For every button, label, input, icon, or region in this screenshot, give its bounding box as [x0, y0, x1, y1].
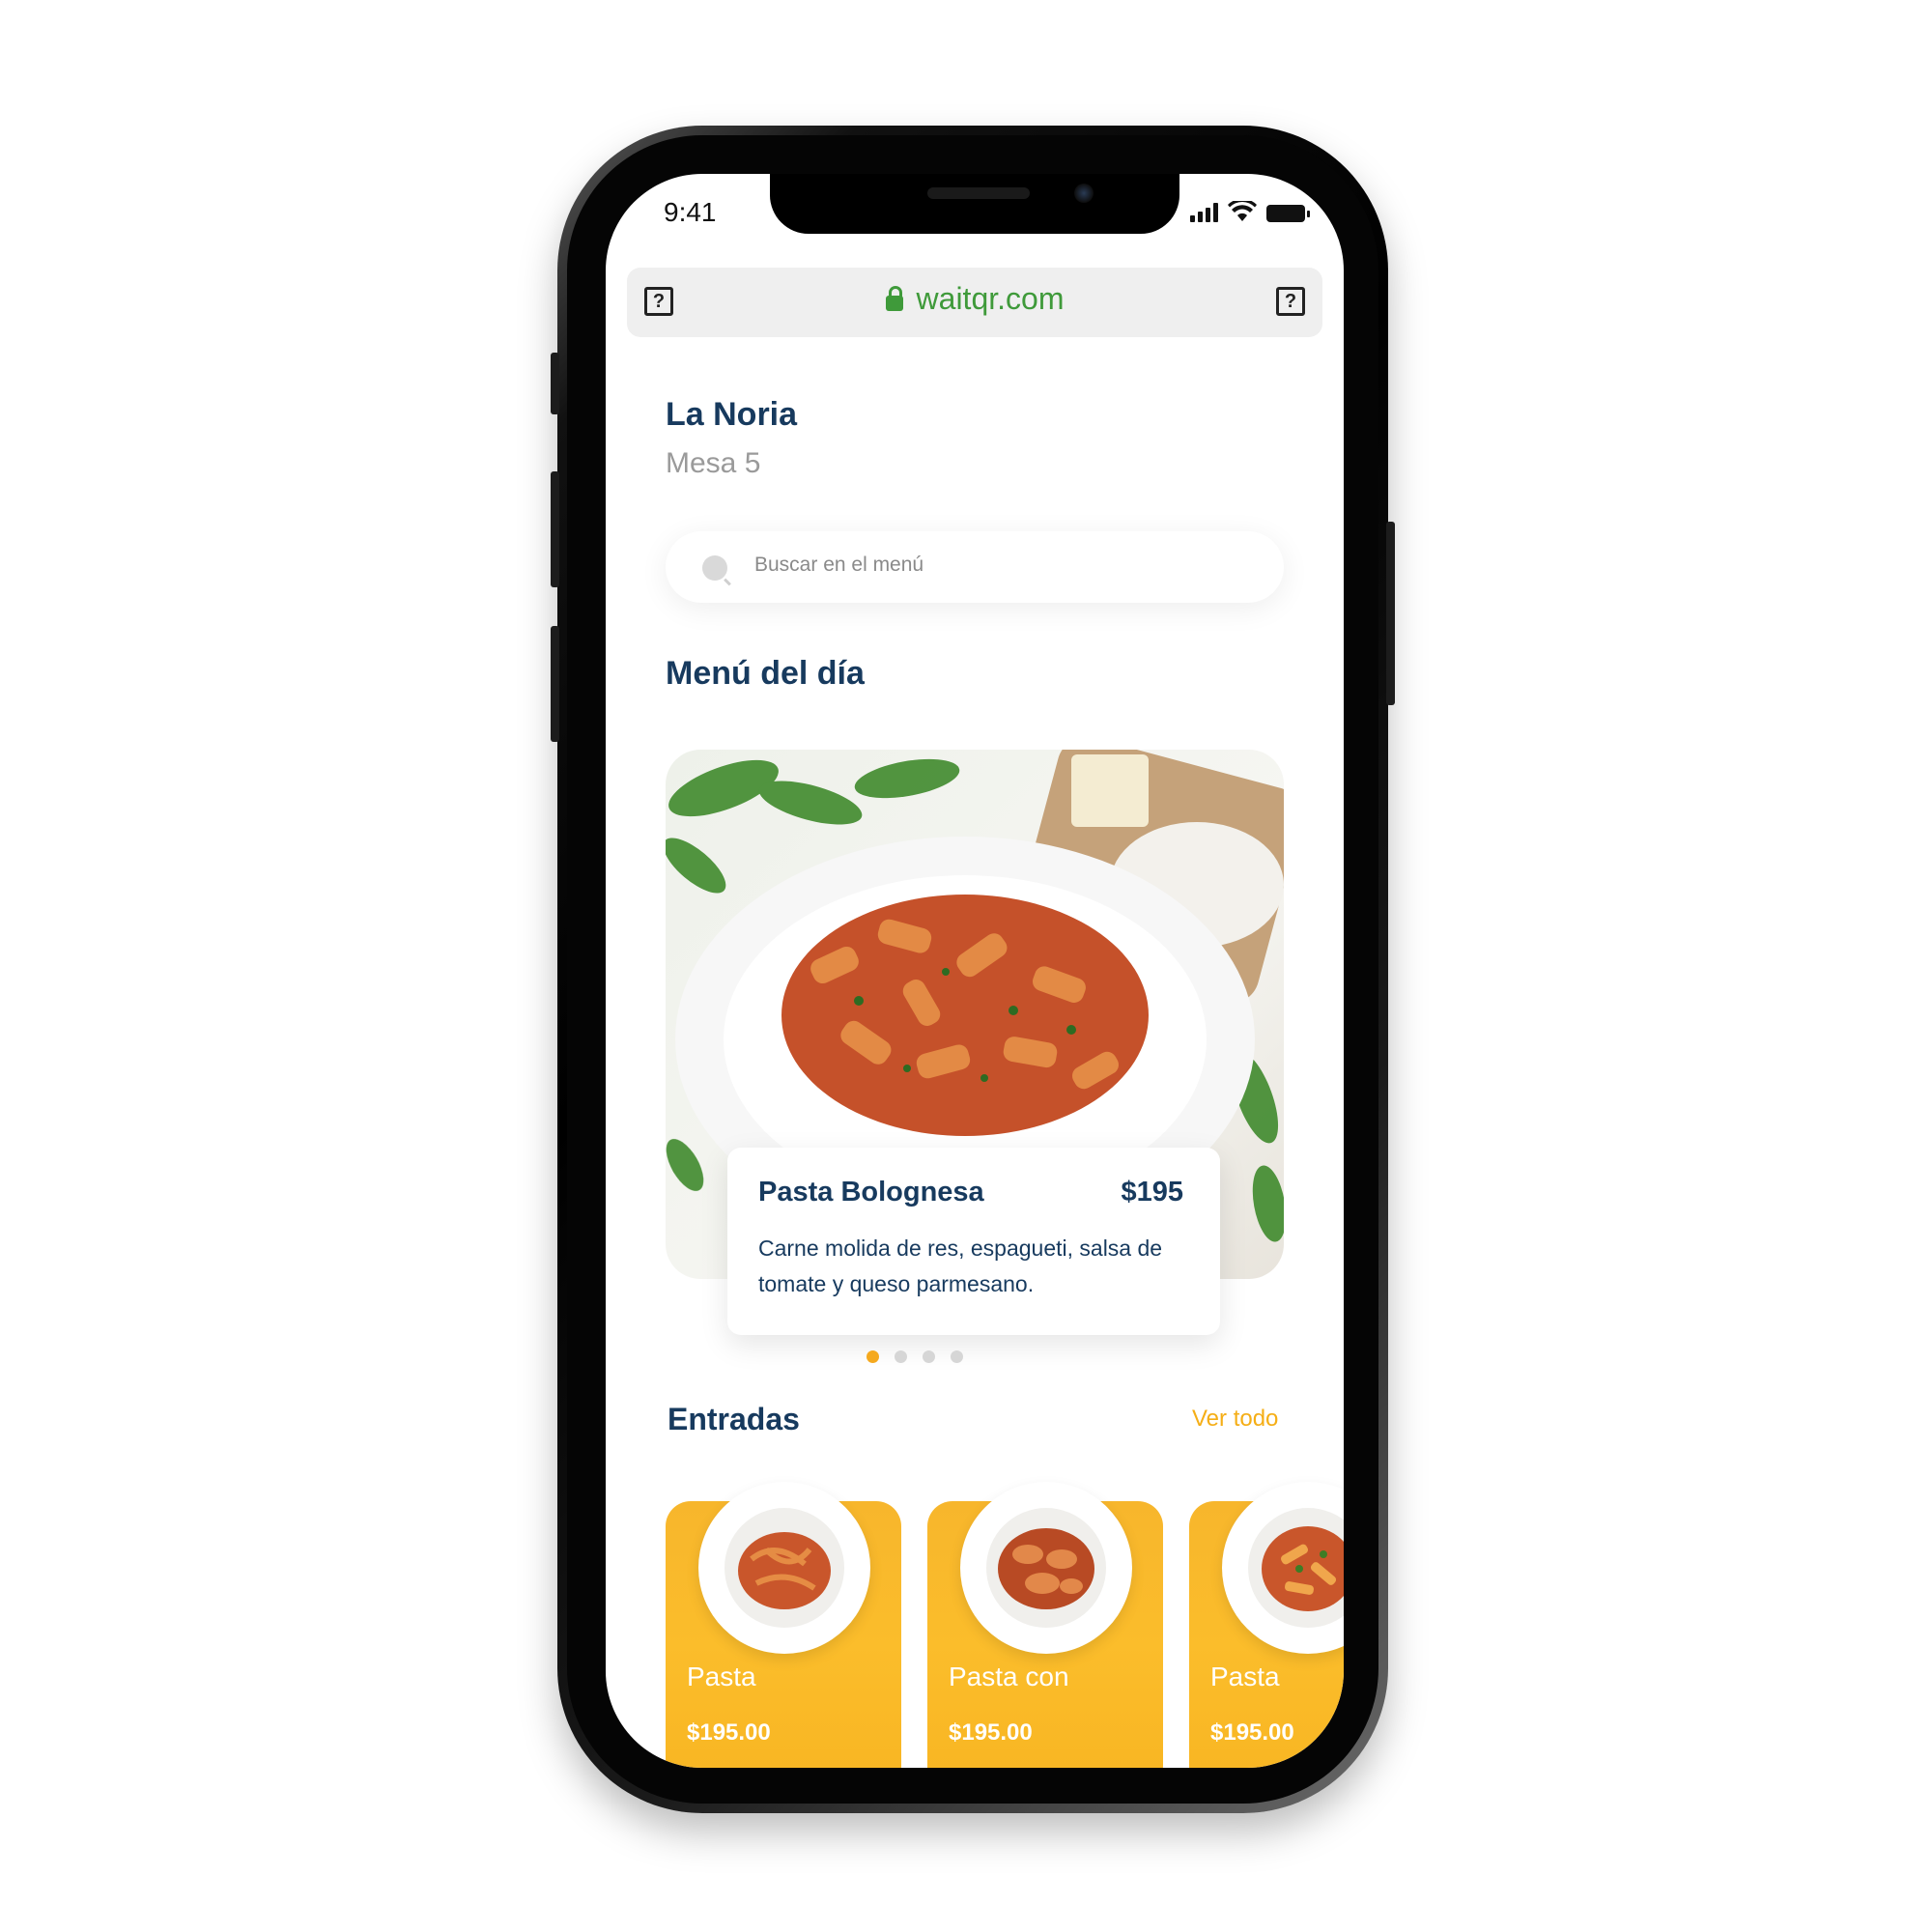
right-toolbar-button[interactable]: ? [1276, 287, 1305, 316]
featured-dish-name: Pasta Bolognesa [758, 1177, 984, 1208]
url-display[interactable]: waitqr.com [627, 281, 1322, 317]
browser-url-bar[interactable]: ? waitqr.com ? [627, 268, 1322, 337]
carousel-dot[interactable] [867, 1350, 879, 1363]
table-label: Mesa 5 [666, 447, 761, 479]
wifi-icon [1228, 201, 1257, 221]
starter-card[interactable]: Pasta $195.00 [1189, 1482, 1344, 1768]
dish-plate-image [1222, 1482, 1344, 1654]
restaurant-name: La Noria [666, 396, 798, 433]
carousel-indicator [867, 1350, 963, 1363]
volume-up-button [551, 471, 559, 587]
battery-icon [1266, 205, 1310, 222]
volume-down-button [551, 626, 559, 742]
url-text: waitqr.com [916, 281, 1065, 316]
starter-card[interactable]: Pasta $195.00 [666, 1482, 901, 1768]
daily-menu-title: Menú del día [666, 655, 865, 692]
featured-dish-card[interactable]: Pasta Bolognesa $195 Carne molida de res… [727, 1148, 1220, 1335]
carousel-dot[interactable] [923, 1350, 935, 1363]
starter-price: $195.00 [1210, 1719, 1294, 1746]
starter-price: $195.00 [687, 1719, 771, 1746]
front-camera [1074, 184, 1094, 203]
status-time: 9:41 [664, 197, 717, 227]
search-placeholder: Buscar en el menú [754, 554, 924, 576]
dish-plate-image [960, 1482, 1132, 1654]
featured-dish-price: $195 [1121, 1177, 1183, 1208]
featured-dish-description: Carne molida de res, espagueti, salsa de… [758, 1236, 1163, 1296]
power-button [1386, 522, 1395, 705]
search-icon [702, 555, 727, 581]
starters-title: Entradas [668, 1402, 800, 1436]
lock-icon [885, 286, 903, 311]
cellular-signal-icon [1190, 201, 1218, 222]
status-icons [1190, 201, 1310, 222]
carousel-dot[interactable] [951, 1350, 963, 1363]
search-input[interactable]: Buscar en el menú [666, 531, 1284, 603]
starter-name: Pasta [687, 1662, 756, 1691]
notch [770, 174, 1179, 234]
dish-plate-image [698, 1482, 870, 1654]
starter-price: $195.00 [949, 1719, 1033, 1746]
starter-name: Pasta con [949, 1662, 1069, 1691]
starter-name: Pasta [1210, 1662, 1280, 1691]
phone-screen: 9:41 ? waitqr.com ? La Noria Mesa 5 Busc… [606, 174, 1344, 1768]
carousel-dot[interactable] [895, 1350, 907, 1363]
starter-card[interactable]: Pasta con $195.00 [927, 1482, 1163, 1768]
see-all-link[interactable]: Ver todo [1192, 1406, 1278, 1433]
mute-switch [551, 353, 559, 414]
speaker [927, 187, 1030, 199]
